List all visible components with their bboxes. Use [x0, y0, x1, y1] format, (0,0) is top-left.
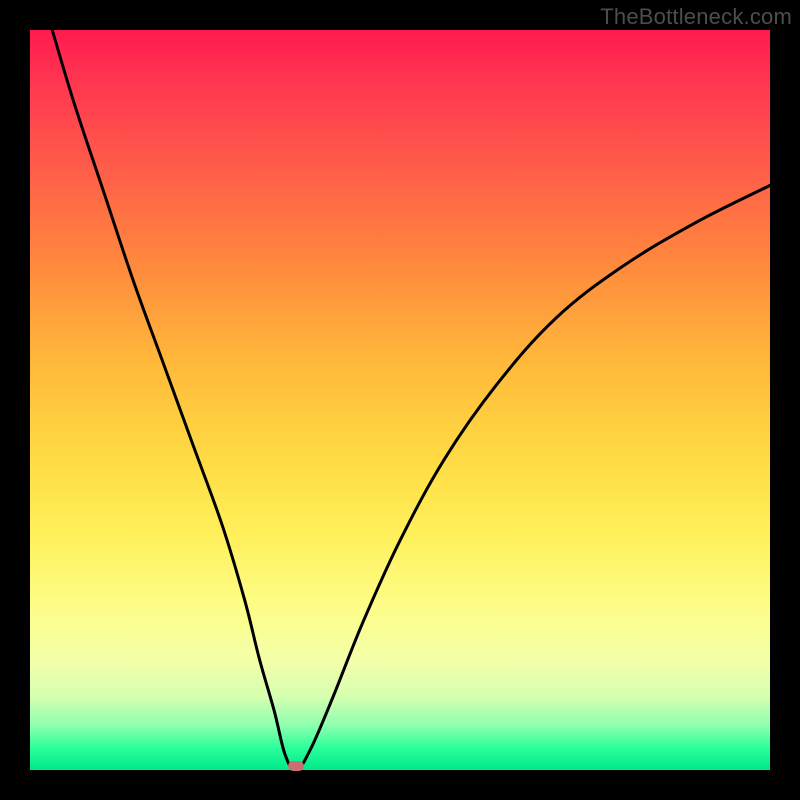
bottleneck-curve — [30, 30, 770, 770]
chart-frame: TheBottleneck.com — [0, 0, 800, 800]
chart-plot-area — [30, 30, 770, 770]
watermark-text: TheBottleneck.com — [600, 4, 792, 30]
optimal-point-marker — [288, 761, 304, 771]
